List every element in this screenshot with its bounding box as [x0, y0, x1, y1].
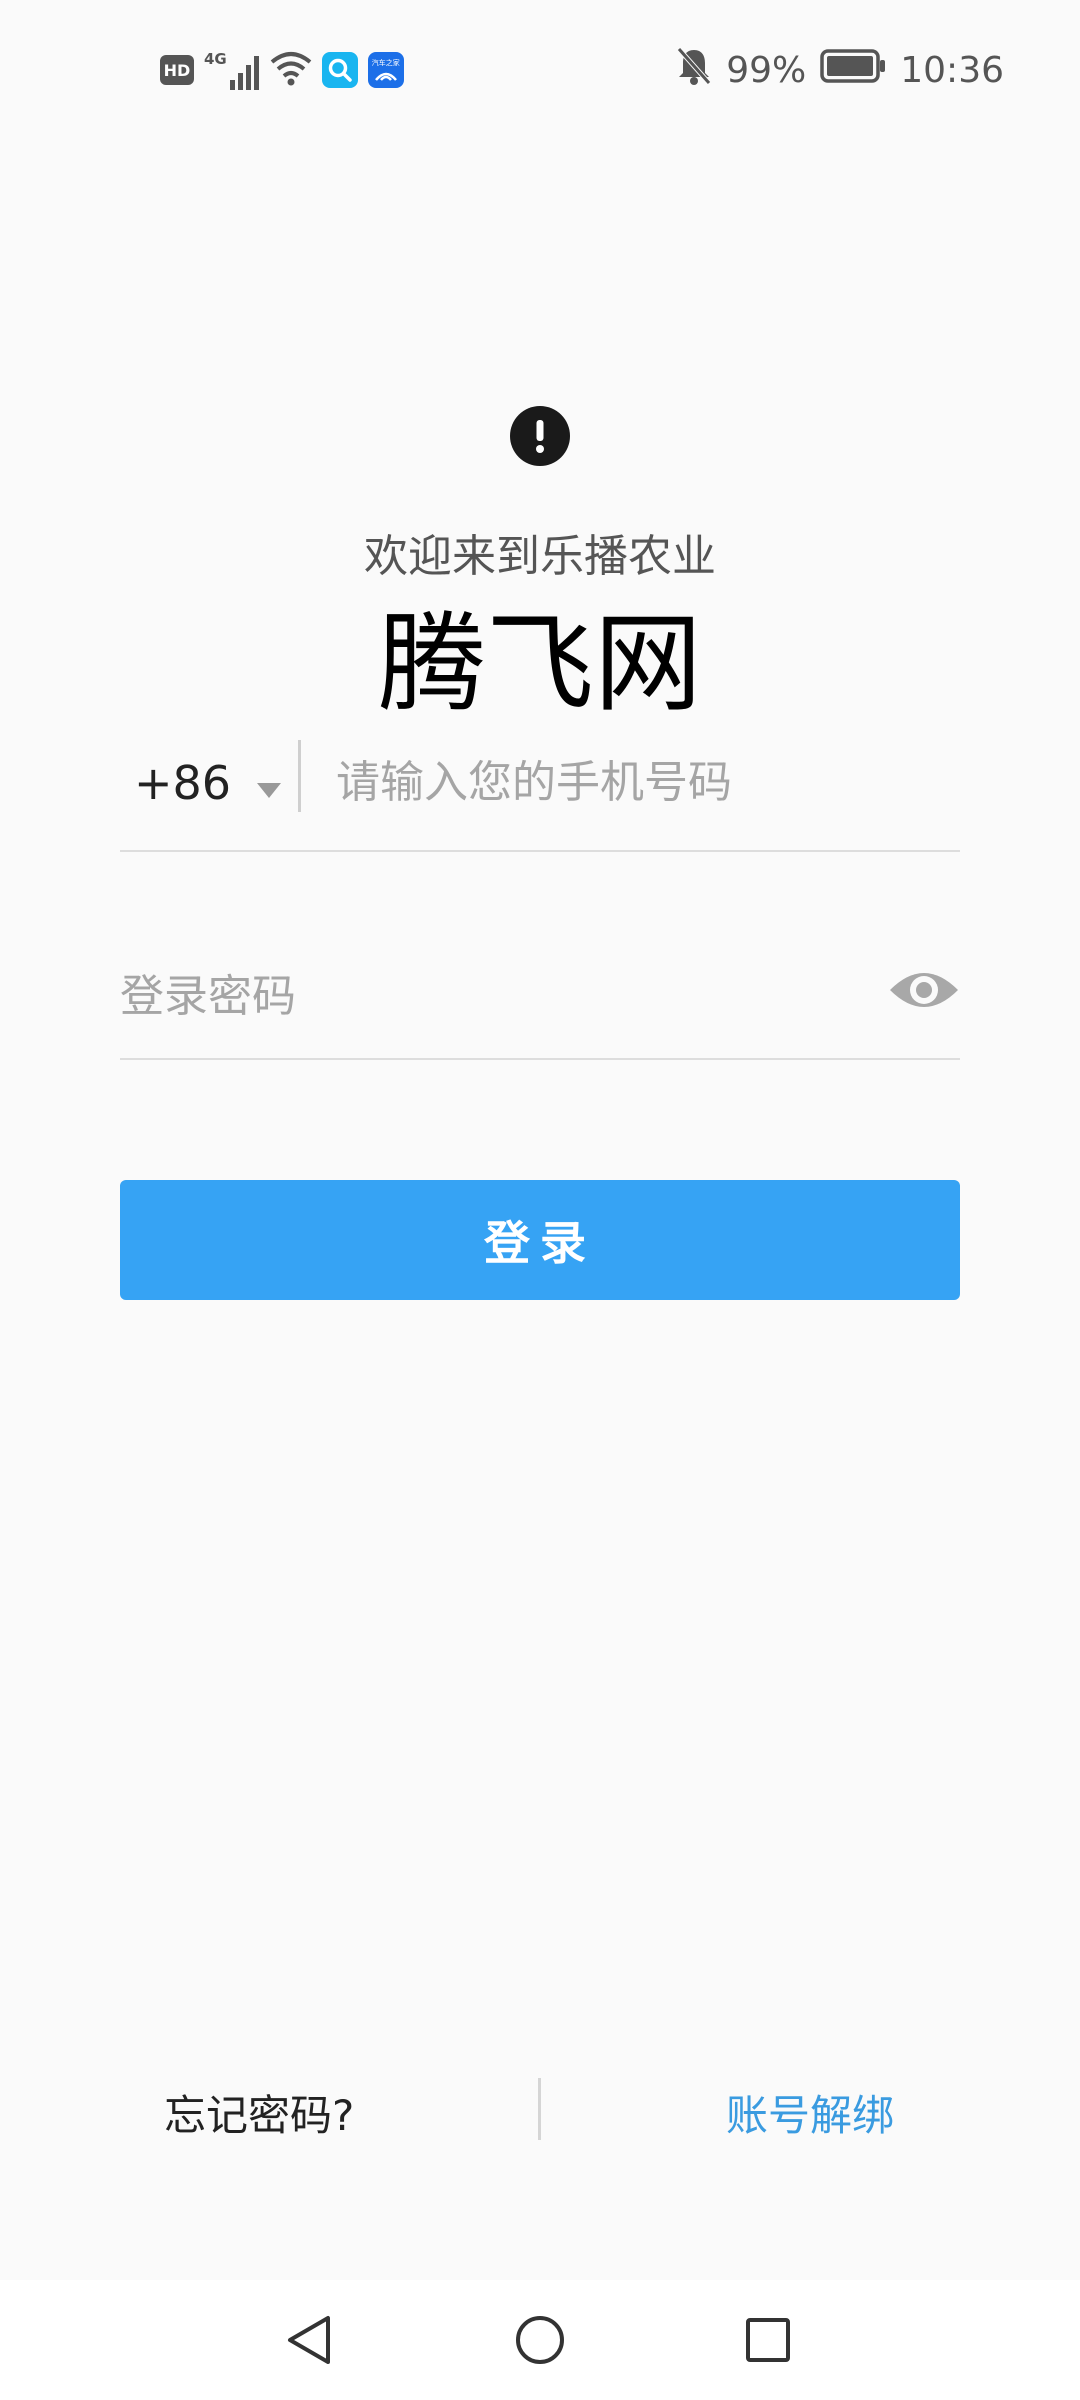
- car-app-label: 汽车之家: [371, 58, 400, 67]
- caret-down-icon: [257, 756, 282, 810]
- eye-icon[interactable]: [888, 962, 960, 1018]
- bottom-links-divider: [538, 2078, 541, 2140]
- signal-4g-icon: 4G: [204, 50, 260, 90]
- alert-icon[interactable]: [510, 406, 570, 466]
- wifi-icon: [270, 50, 312, 90]
- app-name-title: 腾飞网: [377, 602, 702, 727]
- back-triangle-icon[interactable]: [272, 2302, 348, 2378]
- network-type-label: 4G: [204, 50, 227, 68]
- hd-icon: HD: [160, 55, 194, 85]
- battery-icon: [820, 48, 886, 92]
- login-button[interactable]: 登录: [120, 1180, 960, 1300]
- forgot-password-link[interactable]: 忘记密码?: [164, 2082, 354, 2143]
- password-row: [120, 946, 960, 1060]
- status-bar: HD 4G 汽车之家 99% 10:36: [0, 0, 1080, 136]
- phone-number-input[interactable]: [336, 744, 936, 820]
- unbind-account-link[interactable]: 账号解绑: [726, 2082, 894, 2143]
- battery-percent: 99%: [726, 49, 807, 91]
- car-app-icon: 汽车之家: [367, 52, 404, 88]
- phone-row: +86: [120, 730, 960, 852]
- country-code-value: +86: [134, 756, 232, 810]
- welcome-text: 欢迎来到乐播农业: [364, 531, 716, 582]
- home-circle-icon[interactable]: [502, 2302, 578, 2378]
- recents-square-icon[interactable]: [730, 2302, 806, 2378]
- search-app-icon: [321, 52, 358, 88]
- navigation-bar: [0, 2280, 1080, 2400]
- clock-time: 10:36: [900, 49, 1004, 91]
- password-input[interactable]: [120, 958, 860, 1034]
- country-code-divider: [298, 740, 301, 812]
- country-code-selector[interactable]: +86: [134, 748, 282, 818]
- bell-muted-icon: [676, 46, 712, 95]
- bottom-links: 忘记密码? 账号解绑: [0, 2076, 1080, 2148]
- status-right: 99% 10:36: [676, 44, 1004, 96]
- login-screen: HD 4G 汽车之家 99% 10:36 欢迎来到乐播农业 腾飞网 +86 请输…: [0, 0, 1080, 2400]
- status-left: HD 4G 汽车之家: [160, 48, 404, 92]
